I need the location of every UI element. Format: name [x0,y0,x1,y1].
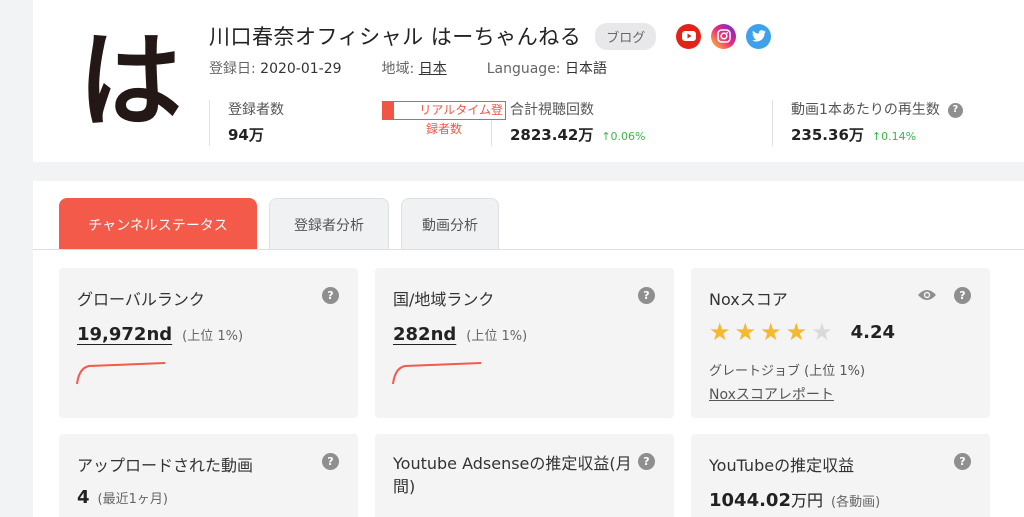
avg-views-number: 235.36万 [791,126,864,144]
youtube-revenue-scope: (各動画) [831,495,881,510]
arrow-up-icon: ↑ [871,130,882,143]
country-rank-value[interactable]: 282nd [393,324,456,345]
youtube-revenue-row: 1044.02 万円 (各動画) [709,487,880,511]
country-rank-card: 国/地域ランク ? 282nd (上位 1%) [375,268,674,418]
avg-views-change: ↑0.14% [872,130,916,143]
country-rank-row: 282nd (上位 1%) [393,324,527,345]
tab-subscriber-analysis[interactable]: 登録者分析 [269,198,389,250]
help-icon[interactable]: ? [947,102,963,118]
uploads-count: 4 [77,487,90,508]
uploads-period: (最近1ヶ月) [97,492,168,507]
global-rank-title: グローバルランク [77,290,205,309]
global-rank-trend-line [76,362,165,385]
country-rank-trend-line [392,362,481,385]
help-icon[interactable]: ? [954,287,971,304]
meta-row: 登録日: 2020-01-29 地域: 日本 Language: 日本語 [209,59,647,77]
tab-channel-status[interactable]: チャンネルステータス [59,198,257,250]
language-label: Language: [486,61,561,77]
avg-views-value: 235.36万 ↑0.14% [791,124,1012,145]
views-change: ↑0.06% [601,130,645,143]
eye-icon[interactable] [917,288,937,302]
realtime-label-line2: 録者数 [425,122,462,136]
country-rank-title: 国/地域ランク [393,290,495,309]
realtime-label-line1: リアルタイム登 [382,101,506,120]
subscribers-number: 94万 [228,126,264,144]
views-change-value: 0.06% [610,130,646,143]
star-icon: ★ [760,318,782,346]
tab-bar: チャンネルステータス 登録者分析 動画分析 [59,198,511,250]
star-empty-icon: ★ [811,318,833,346]
avg-views-change-value: 0.14% [881,130,917,143]
help-icon[interactable]: ? [954,453,971,470]
region-label: 地域: [381,61,415,77]
star-icon: ★ [709,318,731,346]
region-link[interactable]: 日本 [419,61,447,77]
twitter-icon[interactable] [746,23,772,49]
adsense-title-line1: Youtube Adsenseの推定収益(月 [393,454,632,473]
subscribers-value: 94万 [228,124,359,145]
registered-value: 2020-01-29 [260,61,342,77]
youtube-revenue-unit: 万円 [790,491,823,510]
status-panel: チャンネルステータス 登録者分析 動画分析 グローバルランク ? 19,972n… [33,181,1024,517]
subscribers-stat: 登録者数 94万 [209,100,359,146]
registered-date: 登録日: 2020-01-29 [209,58,342,78]
uploads-title: アップロードされた動画 [77,456,254,475]
help-icon[interactable]: ? [638,453,655,470]
views-label: 合計視聴回数 [510,102,594,118]
global-rank-value[interactable]: 19,972nd [77,324,172,345]
views-number: 2823.42万 [510,126,594,144]
registered-label: 登録日: [209,61,256,77]
realtime-subscribers-button[interactable]: リアルタイム登 録者数 [382,101,506,137]
star-icon: ★ [734,318,757,346]
nox-report-link[interactable]: Noxスコアレポート [709,384,834,404]
blog-badge[interactable]: ブログ [595,22,657,50]
nox-star-rating: ★ ★ ★ ★ ★ 4.24 [709,320,895,344]
help-icon[interactable]: ? [322,453,339,470]
channel-header: は 川口春奈オフィシャル はーちゃんねる ブログ 登録日: 2020-01-29… [33,0,1024,162]
social-links [676,23,772,49]
nox-score-value: 4.24 [850,321,895,343]
instagram-icon[interactable] [711,23,737,49]
uploads-value-row: 4 (最近1ヶ月) [77,487,168,508]
views-value: 2823.42万 ↑0.06% [510,124,761,145]
avg-views-label-row: 動画1本あたりの再生数 ? [791,100,1012,120]
youtube-icon[interactable] [676,23,702,49]
nox-score-description: グレートジョブ (上位 1%) [709,364,866,379]
youtube-revenue-card: YouTubeの推定収益 ? 1044.02 万円 (各動画) [691,434,990,517]
nox-score-title: Noxスコア [709,290,788,309]
global-rank-card: グローバルランク ? 19,972nd (上位 1%) [59,268,358,418]
language: Language: 日本語 [487,58,607,78]
title-row: 川口春奈オフィシャル はーちゃんねる ブログ [209,22,772,50]
help-icon[interactable]: ? [322,287,339,304]
avg-views-label: 動画1本あたりの再生数 [791,102,940,118]
star-icon: ★ [785,318,808,346]
tab-divider [33,249,1024,250]
channel-name: 川口春奈オフィシャル はーちゃんねる [209,25,582,49]
region: 地域: 日本 [382,58,447,78]
uploads-card: アップロードされた動画 ? 4 (最近1ヶ月) [59,434,358,517]
subscribers-label: 登録者数 [228,102,284,118]
adsense-title: Youtube Adsenseの推定収益(月 間) [393,452,632,498]
views-stat: 合計視聴回数 2823.42万 ↑0.06% [491,100,761,146]
language-value: 日本語 [564,61,607,77]
global-rank-row: 19,972nd (上位 1%) [77,324,243,345]
youtube-revenue-title: YouTubeの推定収益 [709,456,855,475]
arrow-up-icon: ↑ [601,130,611,143]
global-rank-percentile: (上位 1%) [182,329,244,344]
avatar: は [77,20,182,142]
youtube-revenue-value: 1044.02 [709,490,791,511]
avg-views-stat: 動画1本あたりの再生数 ? 235.36万 ↑0.14% [772,100,1012,146]
nox-score-card: Noxスコア ? ★ ★ ★ ★ ★ 4.24 グレートジョブ (上位 1%) … [691,268,990,418]
adsense-title-line2: 間) [393,477,416,496]
tab-video-analysis[interactable]: 動画分析 [401,198,499,250]
help-icon[interactable]: ? [638,287,655,304]
country-rank-percentile: (上位 1%) [466,329,528,344]
adsense-card: Youtube Adsenseの推定収益(月 間) ? [375,434,674,517]
